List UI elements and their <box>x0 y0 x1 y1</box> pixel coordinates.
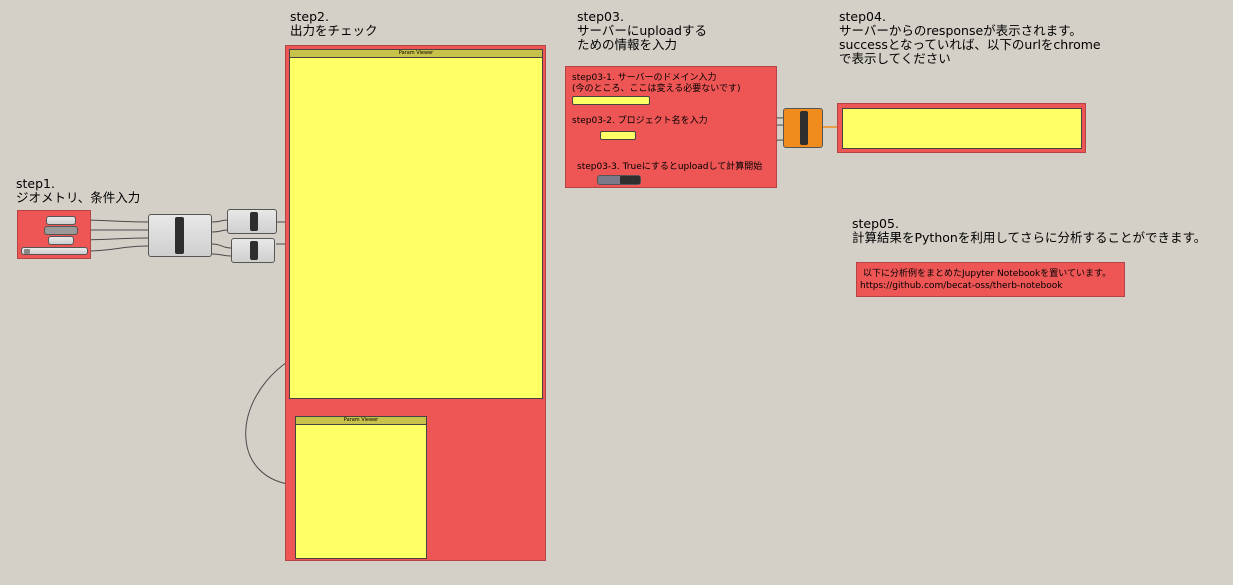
response-panel[interactable] <box>842 108 1082 149</box>
output-component-2[interactable] <box>231 238 275 263</box>
slider-handle[interactable] <box>24 249 30 254</box>
geometry-input[interactable] <box>46 216 76 225</box>
step04-label: step04. サーバーからのresponseが表示されます。 successと… <box>839 9 1101 66</box>
main-output-panel[interactable]: Param Viewer <box>289 49 543 399</box>
domain-input[interactable] <box>572 96 650 105</box>
notebook-note-group: 以下に分析例をまとめたJupyter Notebookを置いています。 http… <box>856 262 1125 297</box>
project-name-input[interactable] <box>600 131 636 140</box>
step2-label: step2. 出力をチェック <box>290 9 378 38</box>
project-name-label: step03-2. プロジェクト名を入力 <box>572 116 708 126</box>
step1-input-group <box>17 210 91 259</box>
panel-header: Param Viewer <box>290 50 542 58</box>
component-center-bar <box>800 111 808 145</box>
component-center-bar <box>250 212 258 231</box>
upload-toggle-label: step03-3. Trueにするとuploadして計算開始 <box>577 162 763 172</box>
slider-input[interactable] <box>21 247 88 255</box>
step04-response-group <box>837 103 1086 153</box>
upload-component[interactable] <box>783 108 823 148</box>
panel-title: Param Viewer <box>343 417 379 423</box>
component-center-bar <box>250 241 258 260</box>
step2-output-group: Param Viewer Param Viewer <box>285 45 546 561</box>
panel-title: Param Viewer <box>398 50 434 56</box>
step03-upload-group: step03-1. サーバーのドメイン入力 (今のところ、ここは変える必要ないで… <box>565 66 777 188</box>
analysis-component[interactable] <box>148 214 212 257</box>
step05-label: step05. 計算結果をPythonを利用してさらに分析することができます。 <box>852 216 1207 245</box>
upload-toggle[interactable] <box>597 175 641 185</box>
toggle-knob[interactable] <box>620 176 640 184</box>
domain-label: step03-1. サーバーのドメイン入力 (今のところ、ここは変える必要ないで… <box>572 73 741 94</box>
notebook-note-text: 以下に分析例をまとめたJupyter Notebookを置いています。 <box>863 269 1112 279</box>
sub-output-panel[interactable]: Param Viewer <box>295 416 427 559</box>
panel-header: Param Viewer <box>296 417 426 425</box>
step03-label: step03. サーバーにuploadする ための情報を入力 <box>577 9 707 52</box>
component-center-bar <box>175 217 184 254</box>
output-component-1[interactable] <box>227 209 277 234</box>
notebook-url[interactable]: https://github.com/becat-oss/therb-noteb… <box>860 281 1062 292</box>
parameter-input[interactable] <box>48 236 74 245</box>
condition-input-selected[interactable] <box>44 226 78 235</box>
step1-label: step1. ジオメトリ、条件入力 <box>16 176 141 205</box>
